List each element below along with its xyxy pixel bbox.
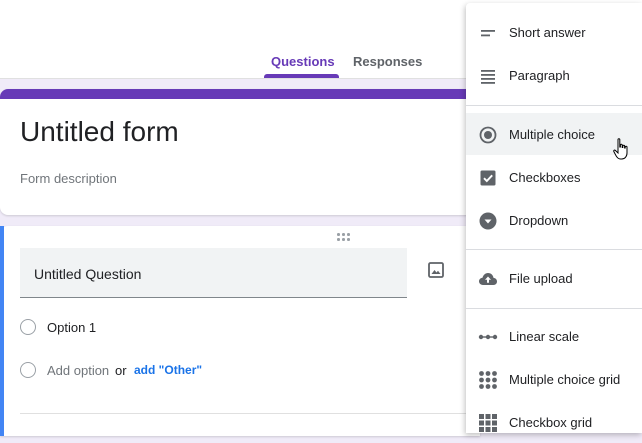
menu-item-label: Dropdown bbox=[509, 213, 569, 228]
grid-icon bbox=[479, 371, 497, 389]
add-other-link[interactable]: add "Other" bbox=[134, 363, 202, 377]
menu-separator bbox=[466, 105, 642, 106]
question-active-indicator bbox=[0, 226, 4, 436]
menu-item-label: Short answer bbox=[509, 25, 586, 40]
tab-questions[interactable]: Questions bbox=[271, 54, 335, 69]
menu-item-label: Paragraph bbox=[509, 68, 570, 83]
option-1-radio-icon bbox=[20, 319, 36, 335]
menu-item-label: Multiple choice bbox=[509, 127, 595, 142]
menu-item-file-upload[interactable]: File upload bbox=[466, 257, 642, 299]
menu-item-linear-scale[interactable]: Linear scale bbox=[466, 315, 642, 357]
menu-item-dropdown[interactable]: Dropdown bbox=[466, 199, 642, 241]
question-footer-divider bbox=[20, 413, 470, 414]
menu-item-label: Checkboxes bbox=[509, 170, 581, 185]
checkbox-grid-icon bbox=[479, 414, 497, 432]
add-image-icon[interactable] bbox=[427, 261, 445, 279]
tab-responses[interactable]: Responses bbox=[353, 54, 422, 69]
menu-separator bbox=[466, 249, 642, 250]
active-tab-indicator bbox=[264, 74, 339, 78]
question-type-menu: Short answer Paragraph Multiple choice C… bbox=[466, 3, 642, 433]
menu-item-label: File upload bbox=[509, 271, 573, 286]
hand-cursor-icon bbox=[613, 138, 628, 160]
or-text: or bbox=[115, 363, 127, 378]
menu-separator bbox=[466, 308, 642, 309]
cloud-upload-icon bbox=[479, 273, 497, 285]
menu-item-multiple-choice-grid[interactable]: Multiple choice grid bbox=[466, 358, 642, 400]
question-title-input[interactable]: Untitled Question bbox=[20, 248, 407, 298]
menu-item-label: Linear scale bbox=[509, 329, 580, 344]
menu-item-paragraph[interactable]: Paragraph bbox=[466, 54, 642, 96]
form-title-card bbox=[0, 89, 480, 215]
menu-item-short-answer[interactable]: Short answer bbox=[466, 11, 642, 53]
option-1-label[interactable]: Option 1 bbox=[47, 320, 96, 335]
drag-handle-icon[interactable] bbox=[337, 233, 351, 241]
menu-item-label: Multiple choice grid bbox=[509, 372, 621, 387]
paragraph-icon bbox=[481, 70, 495, 84]
menu-item-checkboxes[interactable]: Checkboxes bbox=[466, 156, 642, 198]
menu-item-label: Checkbox grid bbox=[509, 415, 593, 430]
form-title[interactable]: Untitled form bbox=[20, 116, 179, 148]
dropdown-icon bbox=[479, 212, 497, 230]
checkbox-icon bbox=[480, 170, 496, 186]
title-card-accent bbox=[0, 89, 480, 99]
linear-scale-icon bbox=[478, 334, 498, 340]
add-option-input[interactable]: Add option bbox=[47, 363, 109, 378]
radio-icon bbox=[479, 126, 497, 144]
menu-item-checkbox-grid[interactable]: Checkbox grid bbox=[466, 401, 642, 443]
short-answer-icon bbox=[481, 30, 495, 37]
add-option-radio-icon bbox=[20, 362, 36, 378]
form-description[interactable]: Form description bbox=[20, 171, 117, 186]
